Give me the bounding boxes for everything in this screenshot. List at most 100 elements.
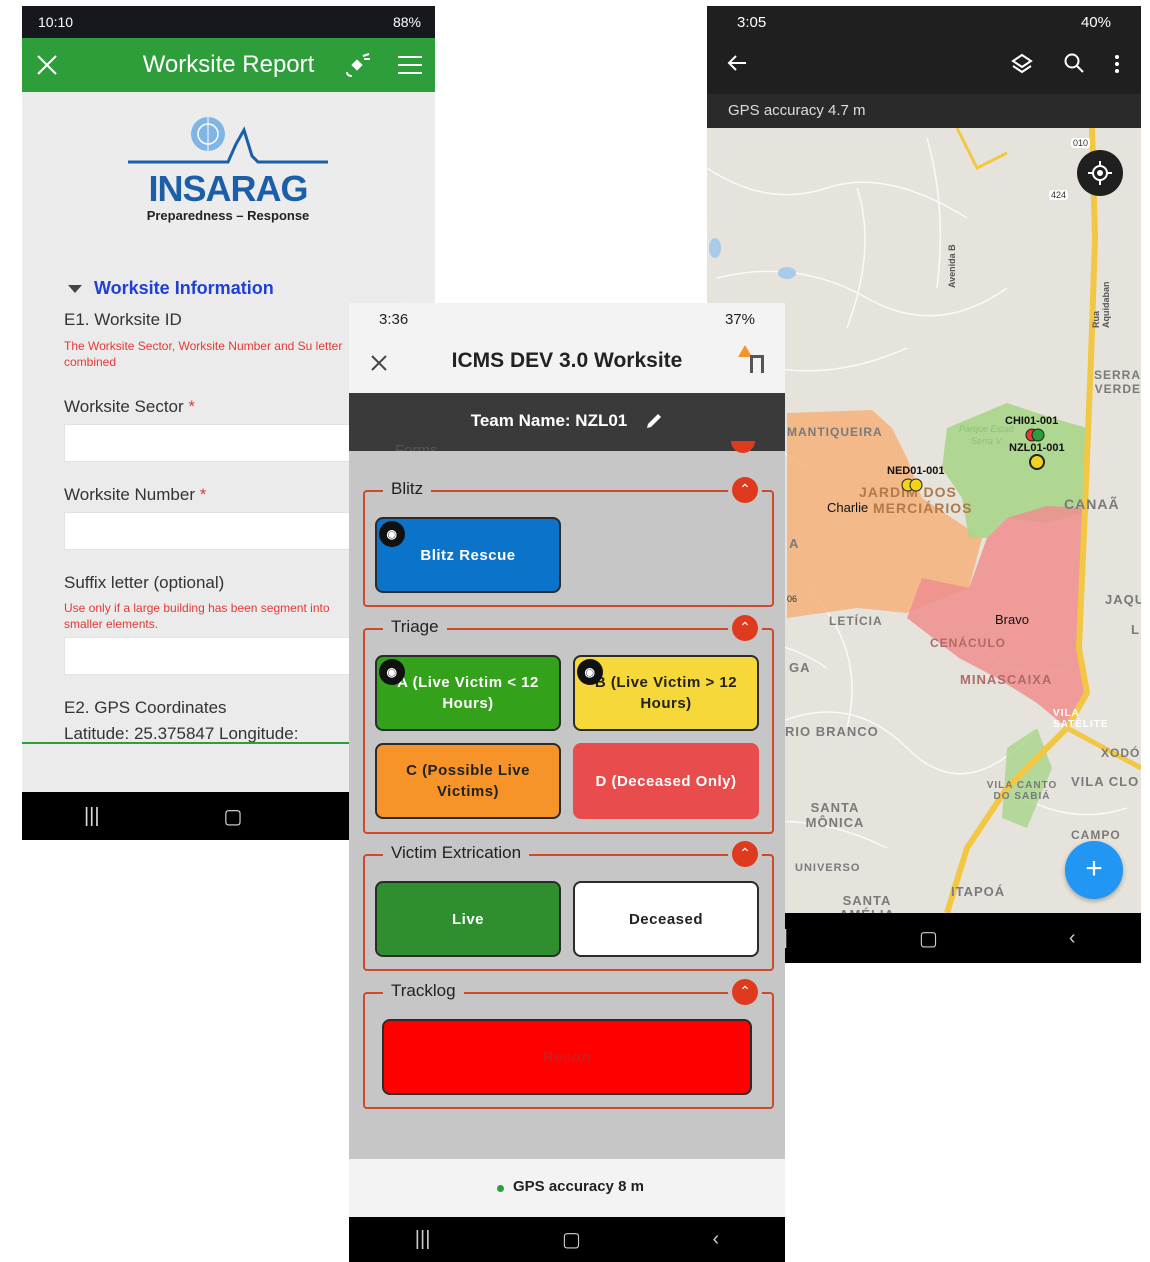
victim-extrication-group-title: Victim Extrication [383, 843, 530, 863]
map-label-minascaixa: MINASCAIXA [960, 672, 1053, 687]
gps-accuracy-text: GPS accuracy 4.7 m [728, 102, 866, 119]
worksite-marker-chi01[interactable] [1023, 426, 1051, 444]
suffix-field[interactable] [64, 637, 396, 675]
team-name: Team Name: NZL01 [470, 411, 628, 430]
worksite-marker-ned01[interactable] [899, 476, 929, 494]
forms-collapse-button[interactable] [731, 441, 755, 453]
chevron-down-icon[interactable] [68, 284, 82, 294]
map-label-serra-v: Serra V [971, 436, 1002, 446]
crosshair-icon [1088, 161, 1112, 185]
worksite-number-label: Worksite Number * [64, 485, 207, 504]
triage-d-button[interactable]: D (Deceased Only) [573, 743, 759, 819]
e2-label: E2. GPS Coordinates [64, 698, 227, 717]
road-shield-010: 010 [1071, 138, 1091, 148]
tracklog-collapse-button[interactable]: ⌃ [732, 979, 758, 1005]
map-label-vila-clo: VILA CLO [1071, 774, 1140, 789]
triage-collapse-button[interactable]: ⌃ [732, 615, 758, 641]
map-label-mantiqueira: MANTIQUEIRA [787, 425, 883, 439]
worksite-sector-field[interactable] [64, 424, 396, 462]
worksite-marker-nzl01[interactable] [1027, 452, 1047, 472]
blitz-group-title: Blitz [383, 479, 432, 499]
map-label-a: A [789, 536, 800, 551]
icms-worksite-screen: 3:36 37% ICMS DEV 3.0 Worksite Team Name… [349, 303, 785, 1262]
edit-icon[interactable] [645, 412, 663, 430]
status-bar: 3:36 37% [349, 303, 785, 333]
live-button[interactable]: Live [375, 881, 561, 957]
system-nav-bar: ||| ▢ ‹ [349, 1217, 785, 1262]
gps-accuracy-text: GPS accuracy 8 m [513, 1178, 644, 1195]
battery-level: 37% [724, 311, 755, 328]
back-icon[interactable]: ‹ [1069, 927, 1076, 950]
map-app-bar: 3:05 40% [707, 6, 1141, 94]
e1-help-text: The Worksite Sector, Worksite Number and… [64, 339, 343, 369]
gps-coordinates-text: Latitude: 25.375847 Longitude: [64, 724, 299, 742]
chevron-up-icon: ⌃ [739, 481, 751, 497]
map-label-santa-amelia: SANTA AMÉLIA [839, 893, 894, 914]
deceased-label: Deceased [628, 910, 704, 928]
road-shield-424: 424 [1049, 190, 1069, 200]
worksite-number-field[interactable] [64, 512, 396, 550]
plus-icon: + [1085, 852, 1103, 885]
add-button[interactable]: + [1065, 841, 1123, 899]
section-title[interactable]: Worksite Information [94, 278, 274, 299]
page-title: Worksite Report [142, 51, 315, 78]
zone-label-charlie: Charlie [827, 500, 869, 515]
battery-level: 40% [1080, 14, 1111, 31]
triage-group-title: Triage [383, 617, 447, 637]
triage-a-label: A (Live Victim < 12 Hours) [397, 674, 539, 712]
map-label-rio-branco: RIO BRANCO [785, 724, 879, 739]
tracklog-group: Tracklog ⌃ Recon [363, 979, 774, 1109]
triage-c-button[interactable]: C (Possible Live Victims) [375, 743, 561, 819]
triage-b-label: B (Live Victim > 12 Hours) [594, 674, 738, 712]
locate-button[interactable] [1077, 150, 1123, 196]
gps-status-dot [497, 1185, 504, 1192]
tracklog-group-title: Tracklog [383, 981, 464, 1001]
logo-text: INSARAG [148, 168, 308, 209]
suffix-label: Suffix letter (optional) [64, 573, 225, 592]
triage-c-label: C (Possible Live Victims) [406, 762, 530, 800]
recent-apps-icon[interactable]: ||| [84, 805, 100, 828]
search-icon[interactable] [1063, 52, 1085, 74]
map-label-ga: GA [789, 660, 811, 675]
suffix-help-text: Use only if a large building has been se… [64, 601, 330, 631]
forms-group-title: Forms [395, 442, 438, 451]
triage-a-button[interactable]: ◉ A (Live Victim < 12 Hours) [375, 655, 561, 731]
chevron-up-icon: ⌃ [739, 845, 751, 861]
triage-b-button[interactable]: ◉ B (Live Victim > 12 Hours) [573, 655, 759, 731]
recent-apps-icon[interactable]: ||| [415, 1228, 431, 1251]
road-shield-06: 06 [787, 594, 798, 604]
map-label-avenida: Avenida B [947, 244, 957, 288]
home-icon[interactable]: ▢ [919, 926, 938, 951]
live-label: Live [451, 910, 484, 928]
deceased-button[interactable]: Deceased [573, 881, 759, 957]
back-arrow-icon[interactable] [727, 54, 747, 72]
triage-d-label: D (Deceased Only) [595, 772, 737, 790]
camera-icon: ◉ [379, 521, 405, 547]
recon-label: Recon [542, 1048, 592, 1066]
more-options-icon[interactable] [1113, 54, 1121, 74]
status-time: 3:05 [737, 14, 767, 31]
page-title: ICMS DEV 3.0 Worksite [451, 349, 683, 372]
map-label-campo: CAMPO [1071, 828, 1121, 842]
close-icon[interactable] [371, 355, 387, 371]
worksite-sector-label: Worksite Sector * [64, 397, 196, 416]
status-bar: 10:10 88% [22, 6, 435, 38]
blitz-rescue-button[interactable]: ◉ Blitz Rescue [375, 517, 561, 593]
back-icon[interactable]: ‹ [713, 1228, 720, 1251]
logo-tagline: Preparedness – Response [146, 208, 310, 223]
map-label-canaa: CANAÃ [1064, 496, 1120, 512]
recon-button[interactable]: Recon [382, 1019, 752, 1095]
satellite-icon[interactable] [344, 52, 372, 78]
home-icon[interactable]: ▢ [224, 804, 243, 829]
status-time: 3:36 [379, 311, 409, 328]
warning-exit-icon[interactable] [737, 343, 767, 375]
e1-label: E1. Worksite ID [64, 310, 182, 329]
map-label-jaqu: JAQU [1105, 592, 1141, 607]
victim-extrication-group: Victim Extrication ⌃ Live Deceased [363, 841, 774, 971]
blitz-collapse-button[interactable]: ⌃ [732, 477, 758, 503]
layers-icon[interactable] [1011, 52, 1033, 74]
extrication-collapse-button[interactable]: ⌃ [732, 841, 758, 867]
menu-icon[interactable] [398, 55, 422, 75]
home-icon[interactable]: ▢ [562, 1227, 581, 1252]
map-label-santa-monica: SANTA MÔNICA [805, 800, 865, 830]
